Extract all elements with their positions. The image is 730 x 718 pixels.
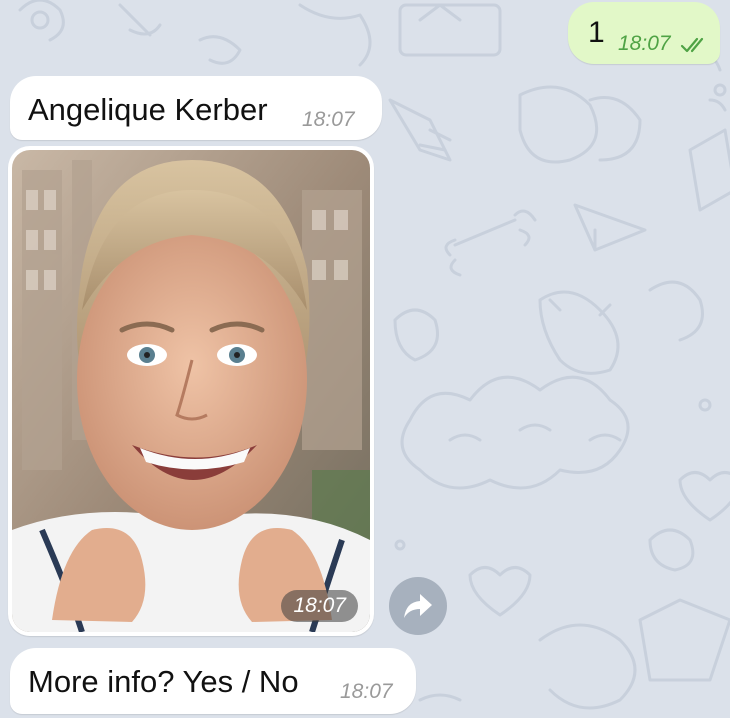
double-check-icon [680,37,704,53]
photo-message-bubble[interactable]: 18:07 [8,146,374,636]
incoming-message-bubble[interactable]: More info? Yes / No 18:07 [10,648,416,714]
message-time: 18:07 [618,32,671,55]
portrait-photo [12,150,370,632]
photo-timestamp: 18:07 [281,590,358,622]
photo-image[interactable] [12,150,370,632]
message-text: Angelique Kerber [28,92,268,127]
incoming-message-bubble[interactable]: Angelique Kerber 18:07 [10,76,382,140]
message-time: 18:07 [302,108,355,131]
forward-button[interactable] [389,577,447,635]
message-text: 1 [588,16,605,49]
message-text: More info? Yes / No [28,664,299,699]
outgoing-message-bubble[interactable]: 1 18:07 [568,2,720,64]
forward-arrow-icon [404,594,432,618]
message-time: 18:07 [340,680,393,703]
